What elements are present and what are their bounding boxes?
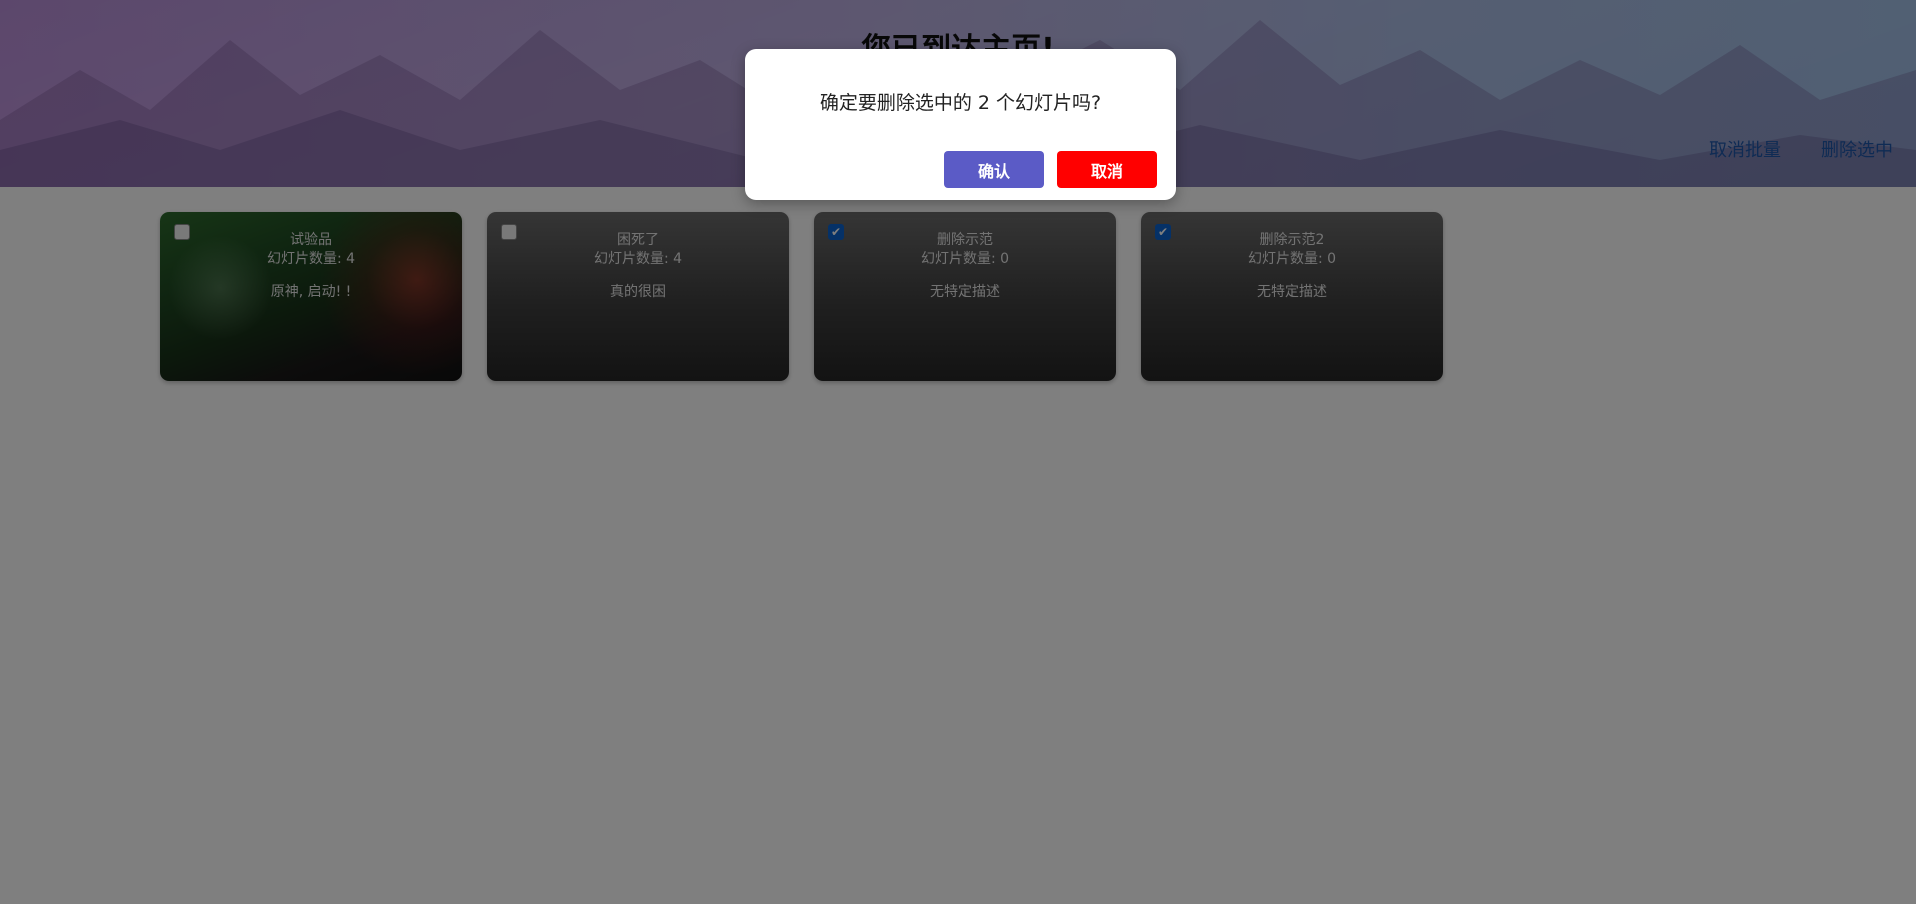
dialog-message: 确定要删除选中的 2 个幻灯片吗? bbox=[819, 92, 1102, 114]
cancel-button[interactable]: 取消 bbox=[1057, 151, 1157, 188]
confirm-delete-dialog: 确定要删除选中的 2 个幻灯片吗? 确认 取消 bbox=[745, 49, 1176, 200]
confirm-button[interactable]: 确认 bbox=[944, 151, 1044, 188]
